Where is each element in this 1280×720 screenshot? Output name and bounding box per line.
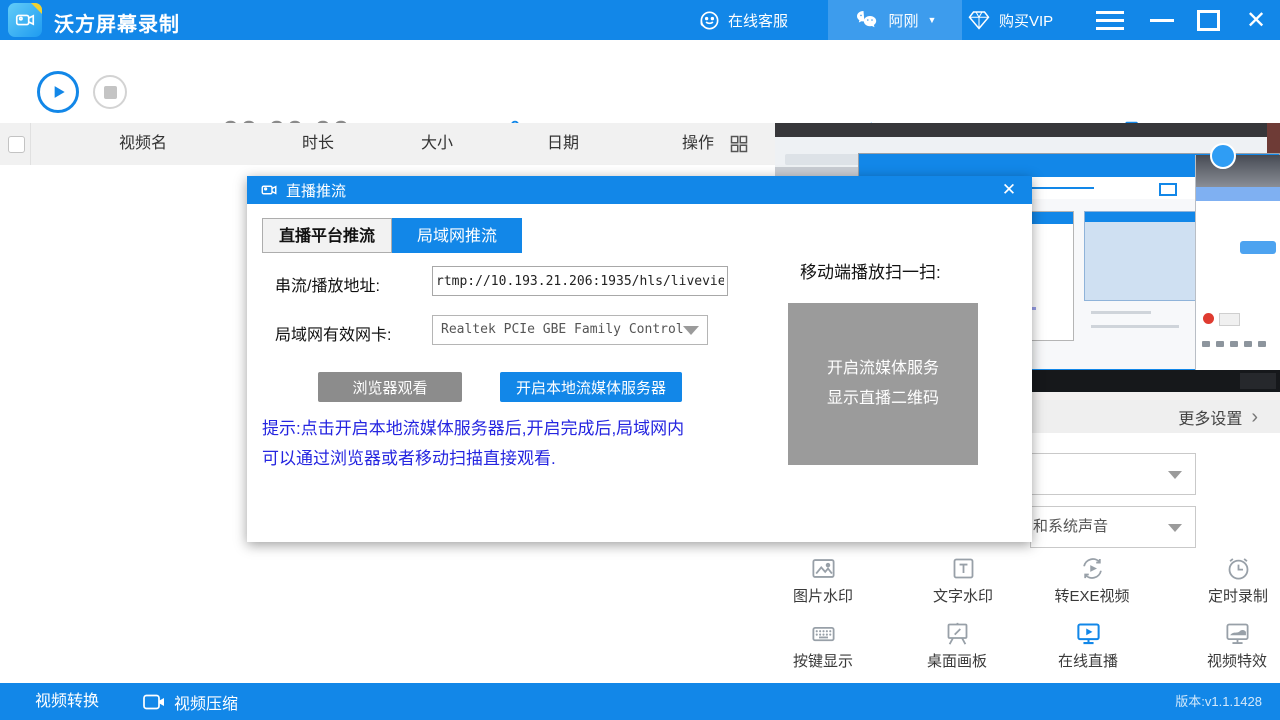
close-button[interactable]: ✕ bbox=[1236, 0, 1276, 40]
video-convert-button[interactable]: 视频转换 bbox=[35, 683, 99, 720]
browser-watch-button[interactable]: 浏览器观看 bbox=[318, 372, 462, 402]
column-date: 日期 bbox=[547, 123, 579, 165]
feature-exe-video[interactable]: 转EXE视频 bbox=[1032, 555, 1152, 609]
qr-code-placeholder: 开启流媒体服务 显示直播二维码 bbox=[788, 303, 978, 465]
timed-record-icon bbox=[1225, 555, 1252, 582]
nic-dropdown[interactable]: Realtek PCIe GBE Family Control bbox=[432, 315, 708, 345]
online-live-icon bbox=[1075, 620, 1102, 647]
feature-text-watermark[interactable]: 文字水印 bbox=[903, 555, 1023, 609]
nic-value: Realtek PCIe GBE Family Control bbox=[441, 322, 684, 337]
start-media-server-button[interactable]: 开启本地流媒体服务器 bbox=[500, 372, 682, 402]
stop-icon bbox=[104, 86, 117, 99]
video-compress-icon bbox=[142, 692, 166, 712]
online-service-button[interactable]: 在线客服 bbox=[698, 0, 788, 40]
column-duration: 时长 bbox=[302, 123, 334, 165]
select-all-checkbox[interactable] bbox=[8, 136, 25, 153]
stream-address-input[interactable] bbox=[432, 266, 728, 296]
key-display-icon bbox=[810, 620, 837, 647]
feature-image-watermark[interactable]: 图片水印 bbox=[763, 555, 883, 609]
bottom-bar: 视频转换 视频压缩 版本:v1.1.1428 bbox=[0, 683, 1280, 720]
more-settings-label: 更多设置 bbox=[1178, 405, 1242, 429]
chevron-right-icon: › bbox=[1251, 407, 1258, 427]
feature-online-live[interactable]: 在线直播 bbox=[1028, 620, 1148, 674]
record-mode-dropdown[interactable] bbox=[1030, 453, 1196, 495]
column-size: 大小 bbox=[421, 123, 453, 165]
grid-view-icon[interactable] bbox=[729, 134, 749, 154]
column-video-name: 视频名 bbox=[119, 123, 167, 165]
app-title: 沃方屏幕录制 bbox=[54, 8, 180, 37]
maximize-button[interactable] bbox=[1190, 0, 1226, 40]
buy-vip-button[interactable]: 购买VIP bbox=[966, 0, 1053, 40]
video-effects-icon bbox=[1224, 620, 1251, 647]
video-compress-button[interactable]: 视频压缩 bbox=[142, 683, 238, 720]
service-smiley-icon bbox=[698, 9, 721, 32]
feature-video-effects[interactable]: 视频特效 bbox=[1177, 620, 1280, 674]
dropdown-arrow-icon bbox=[683, 326, 699, 335]
hint-text-line2: 可以通过浏览器或者移动扫描直接观看. bbox=[262, 444, 742, 474]
user-account-menu[interactable]: 阿刚 ▼ bbox=[828, 0, 962, 40]
feature-desktop-board[interactable]: 桌面画板 bbox=[897, 620, 1017, 674]
main-menu-button[interactable] bbox=[1092, 0, 1128, 40]
hint-text-line1: 提示:点击开启本地流媒体服务器后,开启完成后,局域网内 bbox=[262, 414, 742, 444]
desktop-board-icon bbox=[944, 620, 971, 647]
tab-platform-stream[interactable]: 直播平台推流 bbox=[262, 218, 392, 253]
dialog-close-button[interactable]: ✕ bbox=[996, 179, 1022, 201]
video-list-header: 视频名 时长 大小 日期 操作 bbox=[0, 123, 775, 166]
feature-key-display[interactable]: 按键显示 bbox=[763, 620, 883, 674]
minimize-button[interactable] bbox=[1144, 0, 1180, 40]
vip-diamond-icon bbox=[966, 8, 992, 32]
online-service-label: 在线客服 bbox=[728, 10, 788, 31]
exe-video-icon bbox=[1079, 555, 1106, 582]
qr-section-title: 移动端播放扫一扫: bbox=[800, 258, 941, 283]
dialog-title: 直播推流 bbox=[286, 180, 346, 201]
app-logo bbox=[8, 3, 42, 37]
dialog-camera-icon bbox=[260, 181, 278, 199]
version-text: 版本:v1.1.1428 bbox=[1175, 683, 1262, 720]
app-window: 沃方屏幕录制 在线客服 阿刚 ▼ 购买VIP bbox=[0, 0, 1280, 720]
logo-corner-badge bbox=[31, 3, 42, 14]
audio-source-value: 和系统声音 bbox=[1033, 518, 1108, 535]
record-stop-button[interactable] bbox=[93, 75, 127, 109]
user-dropdown-caret-icon: ▼ bbox=[928, 15, 937, 25]
titlebar: 沃方屏幕录制 在线客服 阿刚 ▼ 购买VIP bbox=[0, 0, 1280, 40]
record-toolbar: 时长: 00:00:00 麦克风: 系统声音: 文件位置 bbox=[0, 40, 1280, 124]
tab-lan-stream[interactable]: 局域网推流 bbox=[392, 218, 522, 253]
dropdown-arrow-icon bbox=[1168, 471, 1182, 479]
dropdown-arrow-icon bbox=[1168, 524, 1182, 532]
play-icon bbox=[48, 82, 68, 102]
text-watermark-icon bbox=[950, 555, 977, 582]
username: 阿刚 bbox=[889, 10, 919, 31]
dialog-titlebar: 直播推流 ✕ bbox=[247, 176, 1032, 204]
audio-source-dropdown[interactable]: 和系统声音 bbox=[1030, 506, 1196, 548]
stream-address-label: 串流/播放地址: bbox=[275, 272, 380, 296]
image-watermark-icon bbox=[810, 555, 837, 582]
dialog-tabs: 直播平台推流 局域网推流 bbox=[262, 218, 522, 253]
video-compress-label: 视频压缩 bbox=[174, 690, 238, 714]
live-stream-dialog: 直播推流 ✕ 直播平台推流 局域网推流 串流/播放地址: 局域网有效网卡: Re… bbox=[247, 176, 1032, 542]
column-action: 操作 bbox=[682, 123, 714, 165]
nic-label: 局域网有效网卡: bbox=[275, 321, 391, 345]
feature-timed-record[interactable]: 定时录制 bbox=[1178, 555, 1280, 609]
preview-chat-window bbox=[1195, 155, 1280, 379]
record-play-button[interactable] bbox=[37, 71, 79, 113]
qr-placeholder-line1: 开启流媒体服务 bbox=[827, 356, 939, 382]
qr-placeholder-line2: 显示直播二维码 bbox=[827, 386, 939, 412]
wechat-icon bbox=[854, 9, 880, 31]
buy-vip-label: 购买VIP bbox=[999, 10, 1053, 31]
